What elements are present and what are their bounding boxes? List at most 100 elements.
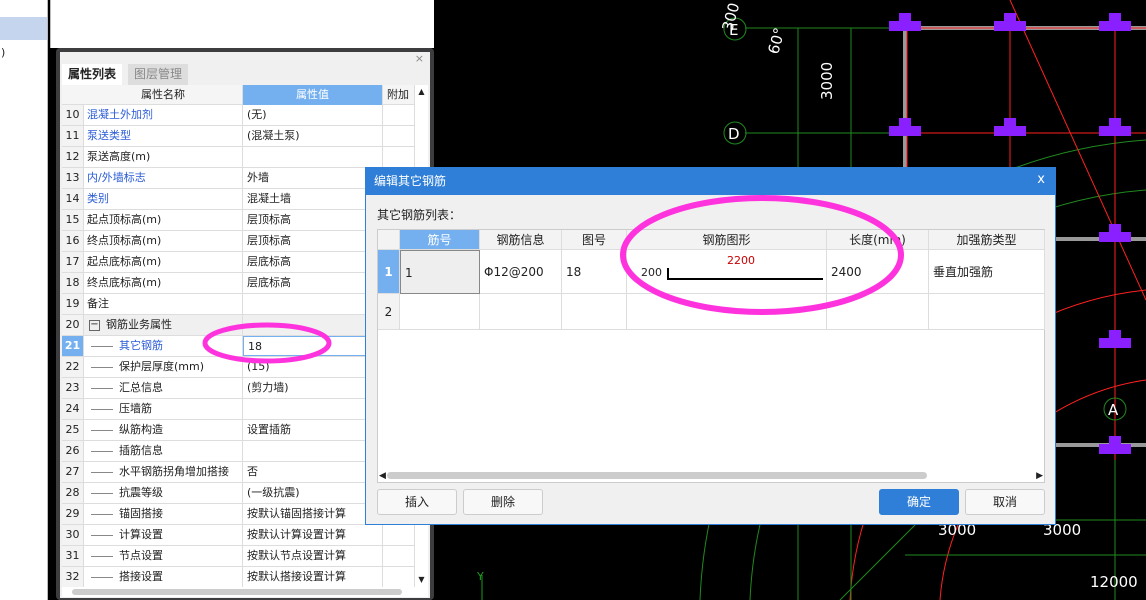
- panel-close-button[interactable]: ×: [415, 52, 424, 66]
- row-number: 10: [62, 105, 84, 125]
- row-number: 24: [62, 399, 84, 419]
- property-value[interactable]: [243, 294, 383, 314]
- left-tree-selected-item[interactable]: [0, 17, 47, 40]
- property-row[interactable]: 26 插筋信息: [62, 441, 415, 462]
- row-number: 11: [62, 126, 84, 146]
- property-name: 水平钢筋拐角增加搭接: [84, 462, 243, 482]
- property-row[interactable]: 12 泵送高度(m): [62, 147, 415, 168]
- property-name: 节点设置: [84, 546, 243, 566]
- property-extra[interactable]: [383, 525, 415, 545]
- cell-bar-no[interactable]: 1: [400, 250, 480, 294]
- header-name: 属性名称: [84, 85, 243, 105]
- property-row[interactable]: 29 锚固搭接 按默认锚固搭接计算: [62, 504, 415, 525]
- property-name-text: 锚固搭接: [119, 507, 163, 520]
- property-row[interactable]: 14 类别 混凝土墙: [62, 189, 415, 210]
- property-row[interactable]: 32 搭接设置 按默认搭接设置计算: [62, 567, 415, 588]
- property-name-text: 汇总信息: [119, 381, 163, 394]
- property-row[interactable]: 24 压墙筋: [62, 399, 415, 420]
- property-name-text: 水平钢筋拐角增加搭接: [119, 465, 229, 478]
- property-value[interactable]: (剪力墙): [243, 378, 383, 398]
- column-header[interactable]: 钢筋信息: [480, 230, 562, 250]
- property-row[interactable]: 15 起点顶标高(m) 层顶标高: [62, 210, 415, 231]
- property-row[interactable]: 31 节点设置 按默认节点设置计算: [62, 546, 415, 567]
- property-value[interactable]: 层顶标高: [243, 210, 383, 230]
- property-name-text: 终点顶标高(m): [87, 234, 162, 247]
- property-row[interactable]: 23 汇总信息 (剪力墙): [62, 378, 415, 399]
- property-row[interactable]: 10 混凝土外加剂 (无): [62, 105, 415, 126]
- delete-button[interactable]: 删除: [463, 489, 543, 515]
- property-row[interactable]: 13 内/外墙标志 外墙: [62, 168, 415, 189]
- property-value[interactable]: 层底标高: [243, 273, 383, 293]
- column-header[interactable]: 筋号: [400, 230, 480, 250]
- property-value[interactable]: (无): [243, 105, 383, 125]
- tab-layer-management[interactable]: 图层管理: [128, 64, 189, 85]
- property-name: 终点顶标高(m): [84, 231, 243, 251]
- cell-info[interactable]: [480, 294, 562, 330]
- property-name: 终点底标高(m): [84, 273, 243, 293]
- property-row[interactable]: 30 计算设置 按默认计算设置计算: [62, 525, 415, 546]
- property-name: 泵送类型: [84, 126, 243, 146]
- property-row[interactable]: 27 水平钢筋拐角增加搭接 否: [62, 462, 415, 483]
- property-row[interactable]: 16 终点顶标高(m) 层顶标高: [62, 231, 415, 252]
- property-value[interactable]: (一级抗震): [243, 483, 383, 503]
- property-value[interactable]: 按默认搭接设置计算: [243, 567, 383, 587]
- property-value[interactable]: 层底标高: [243, 252, 383, 272]
- property-value[interactable]: (混凝土泵): [243, 126, 383, 146]
- property-value[interactable]: 按默认节点设置计算: [243, 546, 383, 566]
- row-number: 13: [62, 168, 84, 188]
- property-extra[interactable]: [383, 567, 415, 587]
- cell-bar-no[interactable]: [400, 294, 480, 330]
- property-name-text: 起点底标高(m): [87, 255, 162, 268]
- property-row[interactable]: 17 起点底标高(m) 层底标高: [62, 252, 415, 273]
- left-tree-text: ): [1, 46, 6, 59]
- cell-type[interactable]: [929, 294, 1045, 330]
- cell-info[interactable]: Φ12@200: [480, 250, 562, 294]
- horizontal-scrollbar[interactable]: [62, 587, 428, 597]
- property-value[interactable]: 混凝土墙: [243, 189, 383, 209]
- property-row[interactable]: 28 抗震等级 (一级抗震): [62, 483, 415, 504]
- property-row[interactable]: 19 备注: [62, 294, 415, 315]
- property-extra[interactable]: [383, 546, 415, 566]
- row-number: 32: [62, 567, 84, 587]
- row-number: 31: [62, 546, 84, 566]
- collapse-icon[interactable]: −: [89, 319, 100, 331]
- dialog-close-button[interactable]: x: [1037, 173, 1045, 187]
- row-number: 18: [62, 273, 84, 293]
- property-row[interactable]: 11 泵送类型 (混凝土泵): [62, 126, 415, 147]
- dialog-horizontal-scrollbar[interactable]: ▶ ◀: [379, 471, 1043, 481]
- property-value[interactable]: 否: [243, 462, 383, 482]
- property-value[interactable]: [243, 399, 383, 419]
- insert-button[interactable]: 插入: [377, 489, 457, 515]
- property-value[interactable]: 按默认锚固搭接计算: [243, 504, 383, 524]
- ok-button[interactable]: 确定: [879, 489, 959, 515]
- property-row[interactable]: 18 终点底标高(m) 层底标高: [62, 273, 415, 294]
- property-name: 起点底标高(m): [84, 252, 243, 272]
- axis-label-d: D: [728, 125, 740, 143]
- row-number: 25: [62, 420, 84, 440]
- row-number: 23: [62, 378, 84, 398]
- column-header[interactable]: 加强筋类型: [929, 230, 1045, 250]
- property-name: 纵筋构造: [84, 420, 243, 440]
- property-extra[interactable]: [383, 105, 415, 125]
- property-value[interactable]: [243, 441, 383, 461]
- property-value[interactable]: 设置插筋: [243, 420, 383, 440]
- cell-type[interactable]: 垂直加强筋: [929, 250, 1045, 294]
- property-name-text: 搭接设置: [119, 570, 163, 583]
- property-value[interactable]: [243, 147, 383, 167]
- property-extra[interactable]: [383, 147, 415, 167]
- property-name-text: 抗震等级: [119, 486, 163, 499]
- property-value[interactable]: 按默认计算设置计算: [243, 525, 383, 545]
- row-number: 14: [62, 189, 84, 209]
- property-name-text: 内/外墙标志: [87, 171, 146, 184]
- tab-property-list[interactable]: 属性列表: [62, 64, 123, 85]
- cancel-button[interactable]: 取消: [965, 489, 1045, 515]
- property-name: 泵送高度(m): [84, 147, 243, 167]
- property-row[interactable]: 25 纵筋构造 设置插筋: [62, 420, 415, 441]
- property-name: 汇总信息: [84, 378, 243, 398]
- property-name-text: 泵送类型: [87, 129, 131, 142]
- row-number: 16: [62, 231, 84, 251]
- property-value[interactable]: 外墙: [243, 168, 383, 188]
- property-extra[interactable]: [383, 126, 415, 146]
- property-value[interactable]: 层顶标高: [243, 231, 383, 251]
- property-name: 压墙筋: [84, 399, 243, 419]
